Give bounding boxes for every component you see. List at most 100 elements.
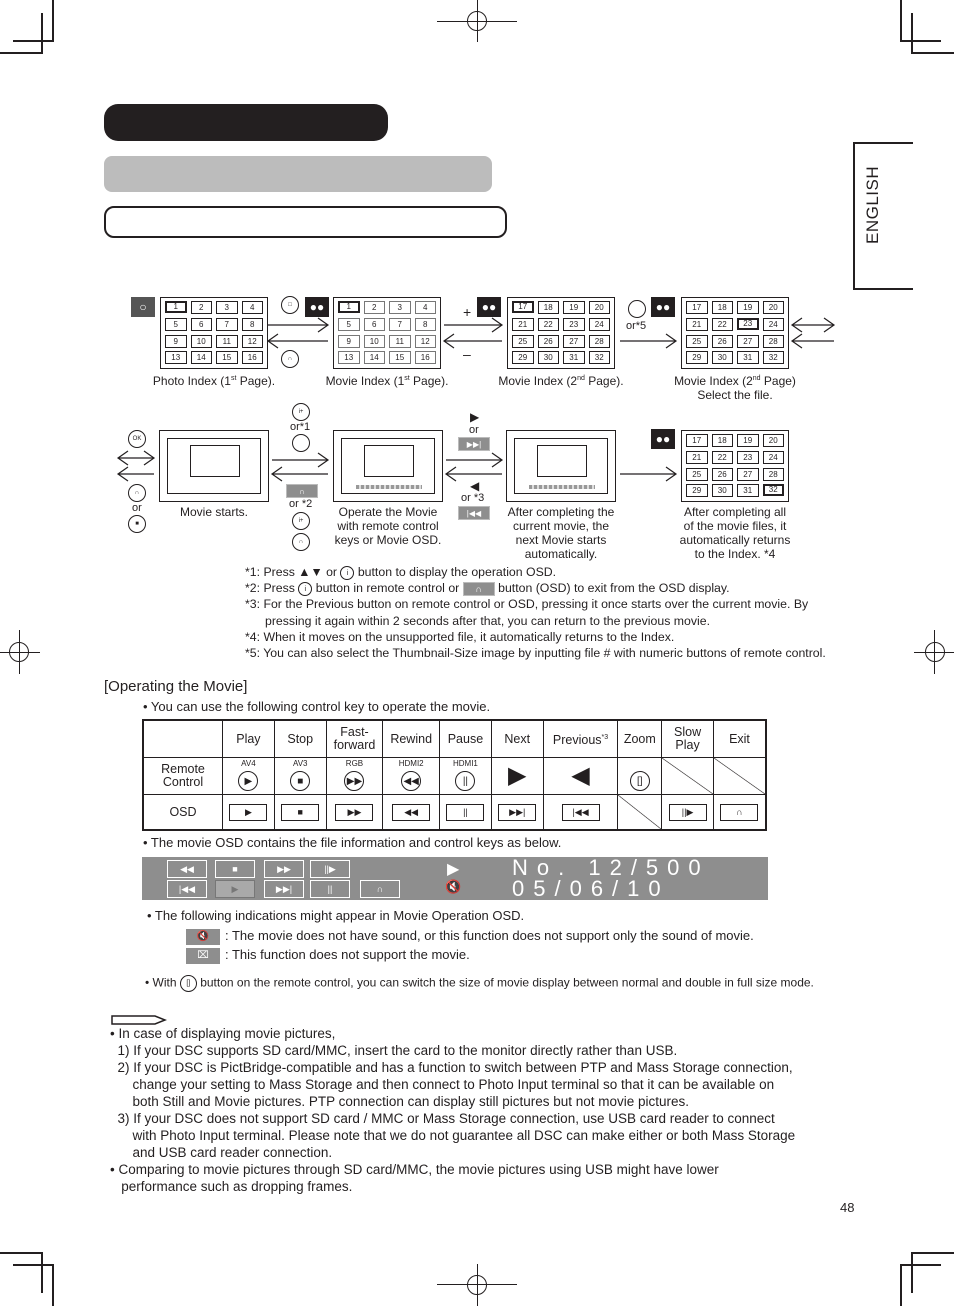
column-header: Next <box>490 719 544 758</box>
note-line: with Photo Input terminal. Please note t… <box>110 1128 796 1143</box>
osd-key-cell: ◀◀ <box>382 794 441 831</box>
after-current-caption: After completing the current movie, the ne… <box>490 505 632 561</box>
after-all-caption: After completing all of the movie files, … <box>662 505 808 561</box>
remote-key-cell <box>661 757 714 795</box>
remote-key-label: HDMI1 <box>452 759 478 768</box>
note-line: 2) If your DSC is PictBridge-compatible … <box>110 1060 793 1075</box>
caption-line: with remote control <box>337 519 439 533</box>
osd-exit-button-icon: ∩ <box>462 581 495 596</box>
osd-stop-button[interactable]: ■ <box>215 860 255 878</box>
footnote-2: *2: Press i button in remote control or … <box>245 581 730 596</box>
column-header: Rewind <box>382 719 441 758</box>
osd-key-cell: ∩ <box>712 794 767 831</box>
row-label-remote: Remote Control <box>142 757 223 795</box>
note-line: performance such as dropping frames. <box>110 1179 353 1194</box>
remote-key-cell: HDMI1 || <box>439 757 492 795</box>
caption-line: Operate the Movie <box>338 505 438 519</box>
not-available-slash <box>713 758 765 794</box>
crop-mark <box>911 1252 913 1293</box>
footnote-3: *3: For the Previous button on remote co… <box>245 597 809 612</box>
osd-previous-icon: |◀◀ <box>561 803 600 821</box>
osd-play-button[interactable]: ▶ <box>215 880 255 898</box>
page-number: 48 <box>840 1200 855 1215</box>
remote-key-cell: RGB ▶▶ <box>325 757 384 795</box>
osd-exit-button[interactable]: ∩ <box>360 880 400 898</box>
caption-line: automatically. <box>524 547 598 561</box>
caption-line: to the Index. *4 <box>694 547 776 561</box>
osd-next-button[interactable]: ▶▶| <box>264 880 304 898</box>
row-label-osd: OSD <box>142 794 223 831</box>
osd-fast-forward-button[interactable]: ▶▶ <box>264 860 304 878</box>
column-header: Stop <box>273 719 327 758</box>
crop-mark <box>13 1264 53 1266</box>
osd-key-cell: |◀◀ <box>542 794 619 831</box>
remote-key-label: HDMI2 <box>398 759 424 768</box>
next-triangle-icon: ▶ <box>508 762 527 789</box>
section-title: [Operating the Movie] <box>104 678 248 695</box>
zoom-button-icon: [] <box>179 975 197 992</box>
previous-triangle-icon: ◀ <box>571 762 590 789</box>
info-button-icon: i <box>340 565 355 580</box>
osd-key-cell: ▶▶ <box>325 794 384 831</box>
footnote-4: *4: When it moves on the unsupported fil… <box>245 629 675 644</box>
footnote-3-cont: pressing it again within 2 seconds after… <box>265 613 710 628</box>
caption-line: After completing all <box>683 505 787 519</box>
registration-mark <box>19 630 20 674</box>
note-line: both Still and Movie pictures. PTP conne… <box>110 1094 690 1109</box>
operate-caption: Operate the Movie with remote control keys… <box>318 505 458 547</box>
crop-mark <box>0 1252 41 1254</box>
date-display: 05/06/10 <box>512 876 670 901</box>
footnote-1: *1: Press ▲▼ or i button to display the … <box>245 565 557 580</box>
caption-line: current movie, the <box>512 519 610 533</box>
mute-indicator-icon: 🔇 <box>186 929 220 945</box>
movie-osd-bar: ◀◀ ■ ▶▶ ||▶ |◀◀ ▶ ▶▶| || ∩ ▶ 🔇 No. 12/50… <box>142 855 768 901</box>
column-header: Play <box>222 719 275 758</box>
osd-slow-play-button[interactable]: ||▶ <box>310 860 350 878</box>
osd-fast-forward-icon: ▶▶ <box>335 803 374 821</box>
note-line: and USB card reader connection. <box>110 1145 333 1160</box>
osd-rewind-button[interactable]: ◀◀ <box>167 860 207 878</box>
zoom-note: • With [] button on the remote control, … <box>145 975 814 992</box>
column-header: Fast- forward <box>325 719 384 758</box>
table-intro: • You can use the following control key … <box>143 699 491 714</box>
note-line: 1) If your DSC supports SD card/MMC, ins… <box>110 1043 678 1058</box>
osd-stop-icon: ■ <box>281 803 320 821</box>
osd-previous-button[interactable]: |◀◀ <box>167 880 207 898</box>
crop-mark <box>901 1264 941 1266</box>
crop-mark <box>913 1252 954 1254</box>
osd-slow-play-icon: ||▶ <box>668 803 707 821</box>
remote-key-label: RGB <box>345 759 364 768</box>
column-header: Exit <box>712 719 767 758</box>
remote-key-cell: AV4 ▶ <box>222 757 275 795</box>
pause-circle-icon: || <box>455 771 476 791</box>
caption-line: next Movie starts <box>515 533 607 547</box>
osd-key-cell <box>617 794 663 831</box>
remote-key-cell: AV3 ■ <box>273 757 327 795</box>
osd-pause-button[interactable]: || <box>310 880 350 898</box>
note-line: • Comparing to movie pictures through SD… <box>110 1162 719 1177</box>
column-header: Pause <box>439 719 492 758</box>
crop-mark <box>900 1264 902 1306</box>
unsupported-indicator-icon: ⌧ <box>186 948 220 964</box>
indications-intro: • The following indications might appear… <box>147 908 525 923</box>
registration-mark <box>0 652 40 653</box>
osd-pause-icon: || <box>446 803 485 821</box>
column-header: Previous*3 <box>542 719 619 758</box>
caption-line: of the movie files, it <box>683 519 787 533</box>
osd-key-cell: ▶▶| <box>490 794 544 831</box>
remote-key-cell: HDMI2 ◀◀ <box>382 757 441 795</box>
play-circle-icon: ▶ <box>238 771 259 791</box>
osd-exit-icon: ∩ <box>720 803 759 821</box>
osd-next-icon: ▶▶| <box>498 803 537 821</box>
zoom-circle-icon: [] <box>629 771 650 791</box>
osd-intro: • The movie OSD contains the file inform… <box>143 835 562 850</box>
remote-key-cell <box>712 757 767 795</box>
caption-line: keys or Movie OSD. <box>334 533 442 547</box>
play-status-icon: ▶ <box>447 861 460 878</box>
indication-unsupported-text: : This function does not support the mov… <box>225 947 470 962</box>
corner-cell <box>142 719 223 758</box>
osd-key-cell: || <box>439 794 492 831</box>
osd-play-icon: ▶ <box>229 803 268 821</box>
info-button-icon: i <box>298 581 313 596</box>
remote-key-cell: [] <box>617 757 663 795</box>
